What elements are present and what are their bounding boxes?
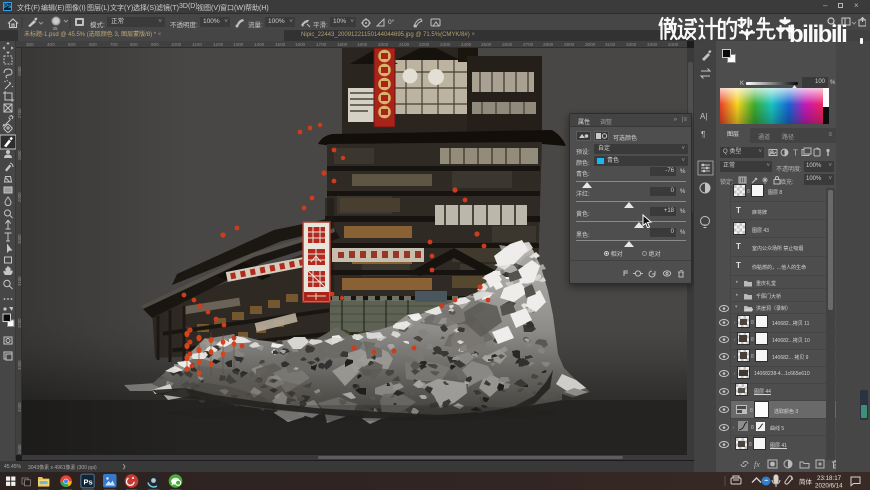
- svg-text:800: 800: [130, 42, 138, 47]
- svg-text:300: 300: [26, 42, 34, 47]
- svg-text:2800: 2800: [543, 42, 554, 47]
- svg-text:T: T: [793, 149, 798, 158]
- svg-text:¶: ¶: [701, 130, 705, 139]
- svg-text:600: 600: [89, 42, 97, 47]
- svg-text:3000: 3000: [585, 42, 596, 47]
- svg-text:2400: 2400: [461, 42, 472, 47]
- svg-text:bilibili: bilibili: [789, 21, 846, 46]
- svg-text:3200: 3200: [626, 42, 637, 47]
- svg-text:2100: 2100: [399, 42, 410, 47]
- svg-text:1800: 1800: [337, 42, 348, 47]
- svg-text:1500: 1500: [275, 42, 286, 47]
- svg-text:900: 900: [151, 42, 159, 47]
- svg-text:简体: 简体: [799, 477, 813, 486]
- svg-text:fx: fx: [754, 460, 760, 469]
- svg-text:400: 400: [47, 42, 55, 47]
- svg-text:1600: 1600: [295, 42, 306, 47]
- svg-text:2020/6/14: 2020/6/14: [815, 483, 843, 490]
- svg-text:2200: 2200: [419, 42, 430, 47]
- svg-text:1900: 1900: [357, 42, 368, 47]
- svg-text:2300: 2300: [440, 42, 451, 47]
- svg-text:700: 700: [110, 42, 118, 47]
- svg-text:2000: 2000: [378, 42, 389, 47]
- svg-text:3100: 3100: [605, 42, 616, 47]
- svg-text:1300: 1300: [233, 42, 244, 47]
- svg-text:1100: 1100: [192, 42, 202, 47]
- svg-text:1000: 1000: [171, 42, 182, 47]
- svg-text:1200: 1200: [213, 42, 224, 47]
- svg-text:Ps: Ps: [84, 478, 93, 487]
- svg-text:2900: 2900: [564, 42, 575, 47]
- svg-text:2500: 2500: [481, 42, 492, 47]
- svg-text:2700: 2700: [523, 42, 534, 47]
- svg-text:1400: 1400: [254, 42, 265, 47]
- svg-text:500: 500: [68, 42, 76, 47]
- svg-text:A|: A|: [700, 112, 707, 121]
- svg-text:23:18:17: 23:18:17: [817, 475, 842, 482]
- svg-text:1700: 1700: [316, 42, 327, 47]
- svg-text:2600: 2600: [502, 42, 513, 47]
